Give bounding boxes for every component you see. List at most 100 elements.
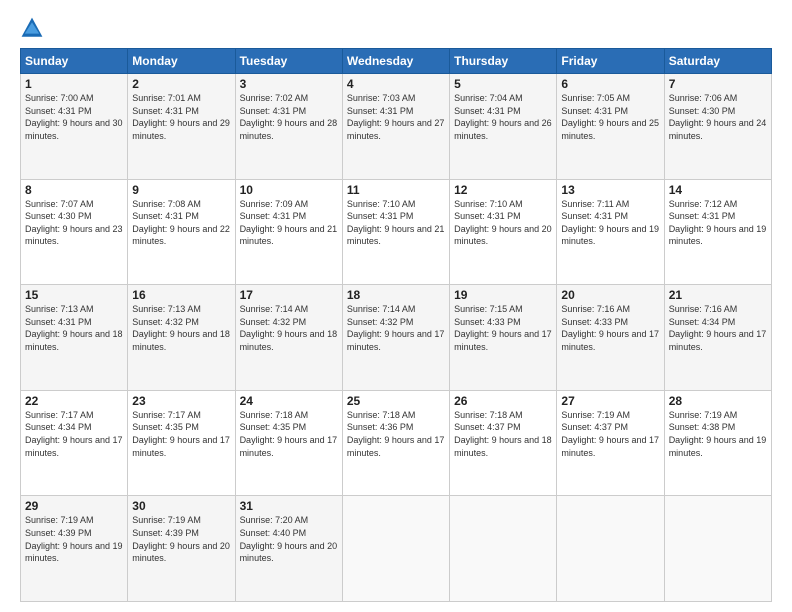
day-cell: 1 Sunrise: 7:00 AMSunset: 4:31 PMDayligh… bbox=[21, 74, 128, 180]
calendar-table: SundayMondayTuesdayWednesdayThursdayFrid… bbox=[20, 48, 772, 602]
day-number: 6 bbox=[561, 77, 659, 91]
week-row-2: 8 Sunrise: 7:07 AMSunset: 4:30 PMDayligh… bbox=[21, 179, 772, 285]
day-cell: 13 Sunrise: 7:11 AMSunset: 4:31 PMDaylig… bbox=[557, 179, 664, 285]
day-number: 23 bbox=[132, 394, 230, 408]
day-number: 1 bbox=[25, 77, 123, 91]
day-info: Sunrise: 7:10 AMSunset: 4:31 PMDaylight:… bbox=[454, 199, 552, 247]
week-row-1: 1 Sunrise: 7:00 AMSunset: 4:31 PMDayligh… bbox=[21, 74, 772, 180]
day-info: Sunrise: 7:02 AMSunset: 4:31 PMDaylight:… bbox=[240, 93, 338, 141]
day-number: 2 bbox=[132, 77, 230, 91]
day-info: Sunrise: 7:13 AMSunset: 4:32 PMDaylight:… bbox=[132, 304, 230, 352]
day-info: Sunrise: 7:09 AMSunset: 4:31 PMDaylight:… bbox=[240, 199, 338, 247]
day-cell: 21 Sunrise: 7:16 AMSunset: 4:34 PMDaylig… bbox=[664, 285, 771, 391]
day-info: Sunrise: 7:18 AMSunset: 4:35 PMDaylight:… bbox=[240, 410, 338, 458]
day-cell: 29 Sunrise: 7:19 AMSunset: 4:39 PMDaylig… bbox=[21, 496, 128, 602]
day-number: 15 bbox=[25, 288, 123, 302]
day-info: Sunrise: 7:16 AMSunset: 4:33 PMDaylight:… bbox=[561, 304, 659, 352]
day-cell: 15 Sunrise: 7:13 AMSunset: 4:31 PMDaylig… bbox=[21, 285, 128, 391]
day-cell bbox=[342, 496, 449, 602]
day-info: Sunrise: 7:18 AMSunset: 4:36 PMDaylight:… bbox=[347, 410, 445, 458]
day-info: Sunrise: 7:14 AMSunset: 4:32 PMDaylight:… bbox=[347, 304, 445, 352]
day-info: Sunrise: 7:06 AMSunset: 4:30 PMDaylight:… bbox=[669, 93, 767, 141]
day-cell: 19 Sunrise: 7:15 AMSunset: 4:33 PMDaylig… bbox=[450, 285, 557, 391]
day-info: Sunrise: 7:00 AMSunset: 4:31 PMDaylight:… bbox=[25, 93, 123, 141]
day-info: Sunrise: 7:14 AMSunset: 4:32 PMDaylight:… bbox=[240, 304, 338, 352]
day-info: Sunrise: 7:18 AMSunset: 4:37 PMDaylight:… bbox=[454, 410, 552, 458]
day-cell: 14 Sunrise: 7:12 AMSunset: 4:31 PMDaylig… bbox=[664, 179, 771, 285]
day-number: 14 bbox=[669, 183, 767, 197]
day-info: Sunrise: 7:10 AMSunset: 4:31 PMDaylight:… bbox=[347, 199, 445, 247]
day-cell: 17 Sunrise: 7:14 AMSunset: 4:32 PMDaylig… bbox=[235, 285, 342, 391]
day-info: Sunrise: 7:19 AMSunset: 4:38 PMDaylight:… bbox=[669, 410, 767, 458]
header-row: SundayMondayTuesdayWednesdayThursdayFrid… bbox=[21, 49, 772, 74]
day-cell: 31 Sunrise: 7:20 AMSunset: 4:40 PMDaylig… bbox=[235, 496, 342, 602]
day-info: Sunrise: 7:03 AMSunset: 4:31 PMDaylight:… bbox=[347, 93, 445, 141]
day-number: 21 bbox=[669, 288, 767, 302]
day-cell: 10 Sunrise: 7:09 AMSunset: 4:31 PMDaylig… bbox=[235, 179, 342, 285]
day-number: 28 bbox=[669, 394, 767, 408]
day-number: 8 bbox=[25, 183, 123, 197]
day-number: 10 bbox=[240, 183, 338, 197]
day-number: 12 bbox=[454, 183, 552, 197]
day-info: Sunrise: 7:13 AMSunset: 4:31 PMDaylight:… bbox=[25, 304, 123, 352]
day-info: Sunrise: 7:07 AMSunset: 4:30 PMDaylight:… bbox=[25, 199, 123, 247]
logo bbox=[20, 16, 48, 40]
day-info: Sunrise: 7:05 AMSunset: 4:31 PMDaylight:… bbox=[561, 93, 659, 141]
day-info: Sunrise: 7:04 AMSunset: 4:31 PMDaylight:… bbox=[454, 93, 552, 141]
day-number: 5 bbox=[454, 77, 552, 91]
day-cell bbox=[664, 496, 771, 602]
day-number: 26 bbox=[454, 394, 552, 408]
day-number: 20 bbox=[561, 288, 659, 302]
day-number: 4 bbox=[347, 77, 445, 91]
day-info: Sunrise: 7:12 AMSunset: 4:31 PMDaylight:… bbox=[669, 199, 767, 247]
page: SundayMondayTuesdayWednesdayThursdayFrid… bbox=[0, 0, 792, 612]
day-cell: 16 Sunrise: 7:13 AMSunset: 4:32 PMDaylig… bbox=[128, 285, 235, 391]
day-info: Sunrise: 7:19 AMSunset: 4:37 PMDaylight:… bbox=[561, 410, 659, 458]
day-number: 25 bbox=[347, 394, 445, 408]
day-number: 16 bbox=[132, 288, 230, 302]
day-header-friday: Friday bbox=[557, 49, 664, 74]
day-info: Sunrise: 7:17 AMSunset: 4:34 PMDaylight:… bbox=[25, 410, 123, 458]
day-number: 24 bbox=[240, 394, 338, 408]
day-info: Sunrise: 7:20 AMSunset: 4:40 PMDaylight:… bbox=[240, 515, 338, 563]
day-info: Sunrise: 7:19 AMSunset: 4:39 PMDaylight:… bbox=[25, 515, 123, 563]
day-cell: 18 Sunrise: 7:14 AMSunset: 4:32 PMDaylig… bbox=[342, 285, 449, 391]
day-cell bbox=[557, 496, 664, 602]
logo-icon bbox=[20, 16, 44, 40]
day-cell: 26 Sunrise: 7:18 AMSunset: 4:37 PMDaylig… bbox=[450, 390, 557, 496]
day-header-sunday: Sunday bbox=[21, 49, 128, 74]
day-cell: 22 Sunrise: 7:17 AMSunset: 4:34 PMDaylig… bbox=[21, 390, 128, 496]
day-number: 30 bbox=[132, 499, 230, 513]
day-cell: 7 Sunrise: 7:06 AMSunset: 4:30 PMDayligh… bbox=[664, 74, 771, 180]
day-cell: 30 Sunrise: 7:19 AMSunset: 4:39 PMDaylig… bbox=[128, 496, 235, 602]
day-number: 31 bbox=[240, 499, 338, 513]
day-number: 9 bbox=[132, 183, 230, 197]
day-cell: 5 Sunrise: 7:04 AMSunset: 4:31 PMDayligh… bbox=[450, 74, 557, 180]
day-number: 3 bbox=[240, 77, 338, 91]
day-cell: 12 Sunrise: 7:10 AMSunset: 4:31 PMDaylig… bbox=[450, 179, 557, 285]
week-row-3: 15 Sunrise: 7:13 AMSunset: 4:31 PMDaylig… bbox=[21, 285, 772, 391]
day-number: 29 bbox=[25, 499, 123, 513]
day-number: 18 bbox=[347, 288, 445, 302]
day-number: 27 bbox=[561, 394, 659, 408]
day-cell: 2 Sunrise: 7:01 AMSunset: 4:31 PMDayligh… bbox=[128, 74, 235, 180]
day-info: Sunrise: 7:16 AMSunset: 4:34 PMDaylight:… bbox=[669, 304, 767, 352]
day-cell: 27 Sunrise: 7:19 AMSunset: 4:37 PMDaylig… bbox=[557, 390, 664, 496]
day-number: 19 bbox=[454, 288, 552, 302]
day-cell: 3 Sunrise: 7:02 AMSunset: 4:31 PMDayligh… bbox=[235, 74, 342, 180]
day-cell: 23 Sunrise: 7:17 AMSunset: 4:35 PMDaylig… bbox=[128, 390, 235, 496]
day-info: Sunrise: 7:15 AMSunset: 4:33 PMDaylight:… bbox=[454, 304, 552, 352]
header bbox=[20, 16, 772, 40]
week-row-4: 22 Sunrise: 7:17 AMSunset: 4:34 PMDaylig… bbox=[21, 390, 772, 496]
day-info: Sunrise: 7:11 AMSunset: 4:31 PMDaylight:… bbox=[561, 199, 659, 247]
day-cell: 9 Sunrise: 7:08 AMSunset: 4:31 PMDayligh… bbox=[128, 179, 235, 285]
day-number: 11 bbox=[347, 183, 445, 197]
day-cell: 28 Sunrise: 7:19 AMSunset: 4:38 PMDaylig… bbox=[664, 390, 771, 496]
day-info: Sunrise: 7:17 AMSunset: 4:35 PMDaylight:… bbox=[132, 410, 230, 458]
day-info: Sunrise: 7:01 AMSunset: 4:31 PMDaylight:… bbox=[132, 93, 230, 141]
day-cell: 11 Sunrise: 7:10 AMSunset: 4:31 PMDaylig… bbox=[342, 179, 449, 285]
day-info: Sunrise: 7:19 AMSunset: 4:39 PMDaylight:… bbox=[132, 515, 230, 563]
day-number: 13 bbox=[561, 183, 659, 197]
day-header-wednesday: Wednesday bbox=[342, 49, 449, 74]
day-cell: 8 Sunrise: 7:07 AMSunset: 4:30 PMDayligh… bbox=[21, 179, 128, 285]
